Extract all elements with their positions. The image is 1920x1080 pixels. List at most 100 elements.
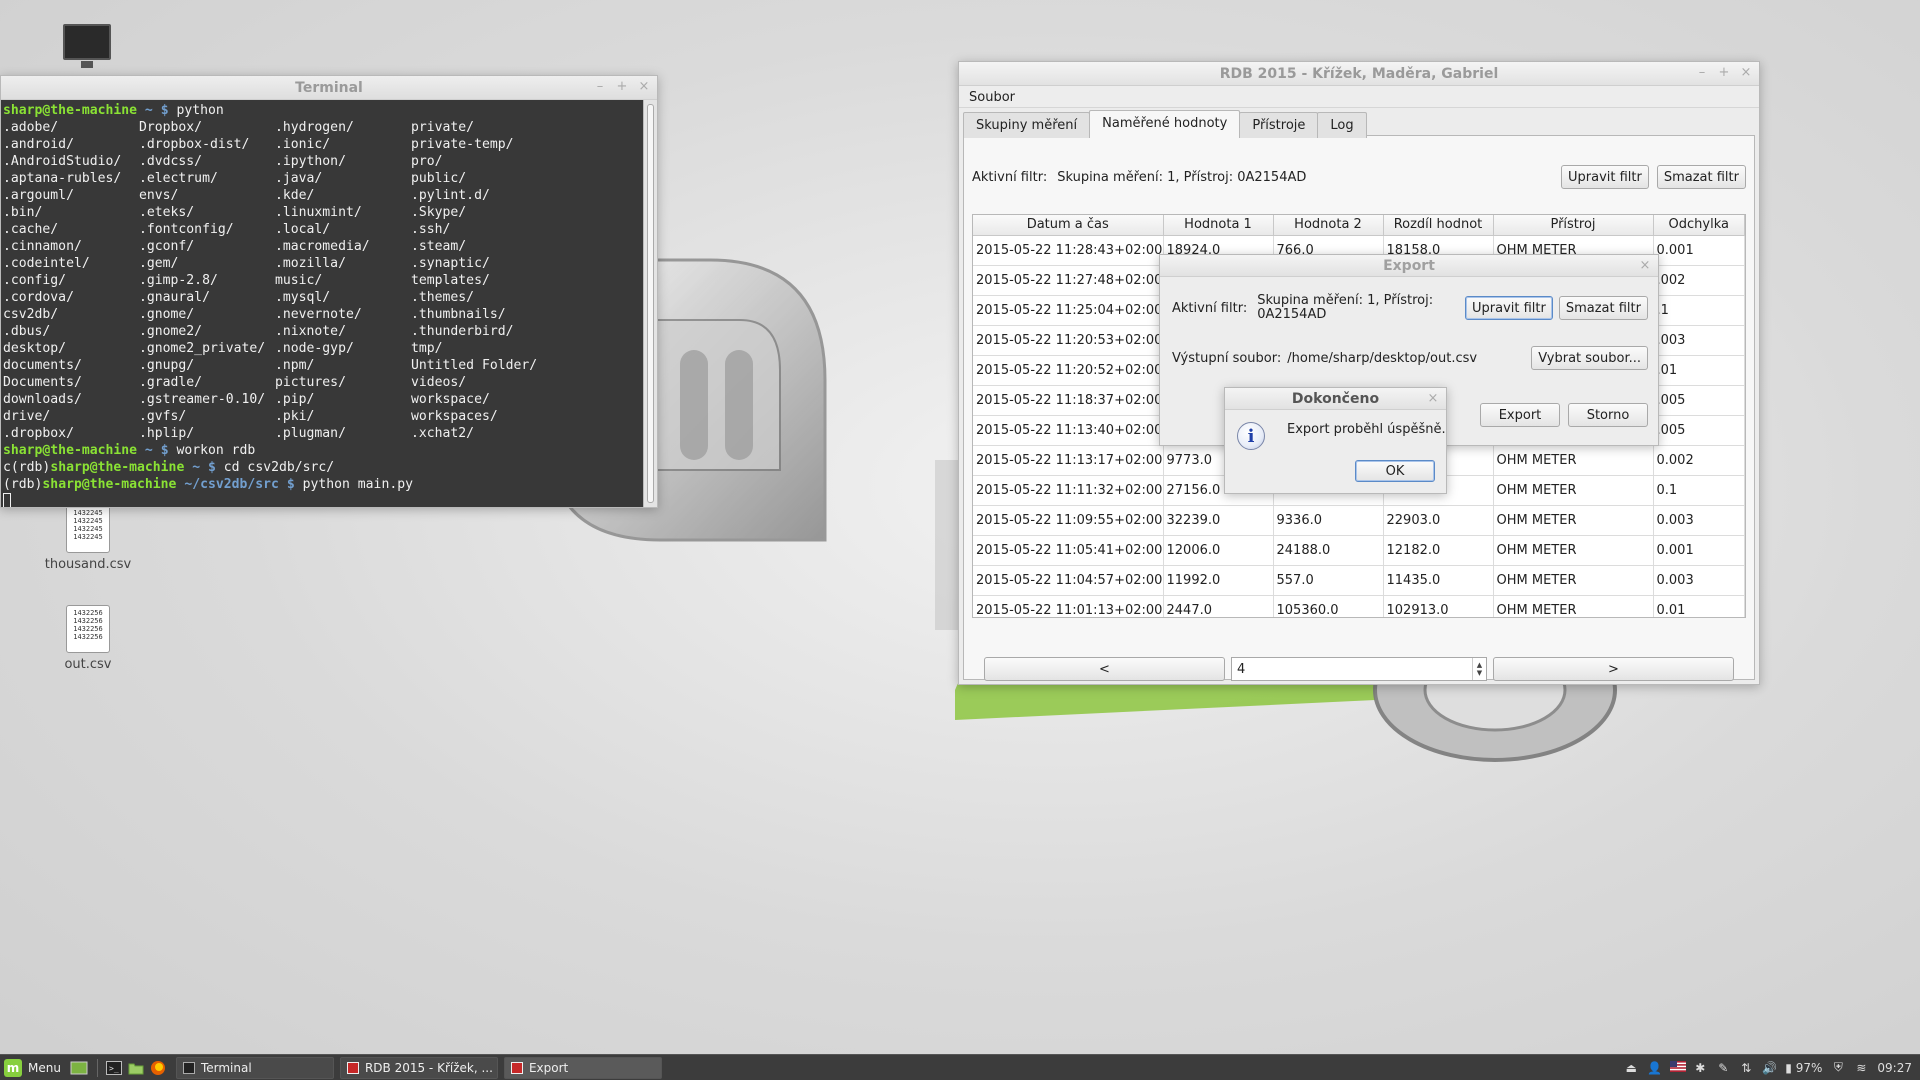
tab-namerene-hodnoty[interactable]: Naměřené hodnoty [1089, 110, 1241, 138]
choose-file-button[interactable]: Vybrat soubor... [1531, 346, 1648, 370]
menubar: Soubor [959, 86, 1759, 108]
keyboard-layout-flag-icon[interactable] [1670, 1060, 1687, 1075]
tab-pristroje[interactable]: Přístroje [1239, 112, 1319, 138]
column-header[interactable]: Hodnota 1 [1163, 215, 1274, 236]
window-title: Terminal [295, 79, 363, 96]
spin-down-icon[interactable]: ▼ [1477, 669, 1482, 677]
tab-log[interactable]: Log [1317, 112, 1367, 138]
ls-entry: Dropbox/ [139, 120, 203, 135]
table-cell: 0.001 [1653, 535, 1745, 566]
csv-file-icon: 1432245 1432245 1432245 1432245 [66, 505, 110, 553]
column-header[interactable]: Odchylka [1653, 215, 1745, 236]
terminal-launcher-icon[interactable]: >_ [104, 1059, 124, 1077]
export-titlebar[interactable]: Export × [1160, 255, 1658, 277]
close-icon[interactable]: × [1426, 391, 1440, 406]
maximize-icon[interactable]: + [615, 79, 629, 94]
table-cell: 9336.0 [1273, 505, 1384, 536]
files-launcher-icon[interactable] [126, 1059, 146, 1077]
clear-filter-button[interactable]: Smazat filtr [1656, 165, 1746, 189]
ls-entry: .adobe/ [3, 120, 59, 135]
table-cell: 2015-05-22 11:27:48+02:00 [973, 265, 1164, 296]
ls-entry: .pylint.d/ [411, 188, 490, 203]
wifi-icon[interactable]: ≋ [1854, 1061, 1868, 1075]
network-icon[interactable]: ⇅ [1739, 1061, 1753, 1075]
bluetooth-icon[interactable]: ✱ [1693, 1061, 1707, 1075]
table-cell: 2015-05-22 11:05:41+02:00 [973, 535, 1164, 566]
table-row[interactable]: 2015-05-22 11:09:55+02:00 32239.0 9336.0 22… [973, 505, 1745, 536]
ok-button[interactable]: OK [1355, 460, 1435, 482]
mint-menu-icon: m [4, 1058, 22, 1077]
task-export[interactable]: Export [503, 1056, 662, 1079]
ls-entry: .local/ [275, 222, 331, 237]
table-row[interactable]: 2015-05-22 11:04:57+02:00 11992.0 557.0 114… [973, 565, 1745, 596]
ls-entry: .ssh/ [411, 222, 451, 237]
edit-filter-button[interactable]: Upravit filtr [1464, 296, 1553, 320]
column-header[interactable]: Datum a čas [973, 215, 1164, 236]
clock[interactable]: 09:27 [1877, 1061, 1912, 1075]
tools-icon[interactable]: ✎ [1716, 1061, 1730, 1075]
edit-filter-button[interactable]: Upravit filtr [1560, 165, 1649, 189]
start-menu-button[interactable]: m Menu [0, 1055, 69, 1080]
ls-entry: .xchat2/ [411, 426, 475, 441]
table-row[interactable]: 2015-05-22 11:01:13+02:00 2447.0 105360.0 1… [973, 595, 1745, 617]
page-spinbox[interactable]: 4 ▲ ▼ [1231, 657, 1487, 681]
ls-entry: .pip/ [275, 392, 315, 407]
menu-soubor[interactable]: Soubor [969, 90, 1015, 105]
msgbox-titlebar[interactable]: Dokončeno × [1225, 388, 1446, 410]
ls-entry: .npm/ [275, 358, 315, 373]
ls-entry: private/ [411, 120, 475, 135]
export-button[interactable]: Export [1480, 403, 1560, 427]
terminal-titlebar[interactable]: Terminal – + × [1, 76, 657, 100]
terminal-window[interactable]: Terminal – + × sharp@the-machine ~ $ pyt… [0, 75, 658, 508]
task-rdb[interactable]: RDB 2015 - Křížek, ... [339, 1056, 498, 1079]
next-page-button[interactable]: > [1493, 657, 1734, 681]
terminal-scrollbar[interactable] [643, 100, 657, 507]
ls-listing: .adobe/Dropbox/ .hydrogen/private/ .androi… [3, 119, 641, 442]
minimize-icon[interactable]: – [593, 79, 607, 94]
terminal-cursor [3, 493, 11, 507]
ls-entry: .cordova/ [3, 290, 74, 305]
close-icon[interactable]: × [1638, 258, 1652, 273]
prev-page-button[interactable]: < [984, 657, 1225, 681]
computer-desktop-icon[interactable] [42, 24, 132, 68]
scrollbar-thumb[interactable] [647, 104, 654, 503]
ls-entry: drive/ [3, 409, 51, 424]
output-label: Výstupní soubor: [1172, 350, 1282, 366]
ls-entry: .kde/ [275, 188, 315, 203]
removable-drive-icon[interactable]: ⏏ [1624, 1061, 1638, 1075]
task-terminal[interactable]: Terminal [175, 1056, 334, 1079]
close-icon[interactable]: × [1739, 65, 1753, 80]
show-desktop-icon[interactable] [69, 1059, 89, 1077]
terminal-output[interactable]: sharp@the-machine ~ $ python .adobe/Dropb… [1, 100, 643, 507]
desktop-file-out-csv[interactable]: 1432256 1432256 1432256 1432256 out.csv [43, 605, 133, 672]
rdb-titlebar[interactable]: RDB 2015 - Křížek, Maděra, Gabriel – + × [959, 62, 1759, 86]
firefox-launcher-icon[interactable] [148, 1059, 168, 1077]
tab-skupiny-mereni[interactable]: Skupiny měření [963, 112, 1091, 138]
terminal-line: (rdb)sharp@the-machine ~/csv2db/src $ py… [3, 477, 413, 492]
ls-entry: .thumbnails/ [411, 307, 506, 322]
done-message-box[interactable]: Dokončeno × i Export proběhl úspěšně. OK [1224, 387, 1447, 494]
close-icon[interactable]: × [637, 79, 651, 94]
column-header[interactable]: Rozdíl hodnot [1383, 215, 1494, 236]
desktop-file-thousand-csv[interactable]: 1432245 1432245 1432245 1432245 thousand… [43, 505, 133, 572]
maximize-icon[interactable]: + [1717, 65, 1731, 80]
cancel-button[interactable]: Storno [1568, 403, 1648, 427]
user-icon[interactable]: 👤 [1647, 1061, 1662, 1075]
table-cell: 557.0 [1273, 565, 1384, 596]
volume-icon[interactable]: 🔊 [1762, 1061, 1777, 1075]
table-row[interactable]: 2015-05-22 11:05:41+02:00 12006.0 24188.0 1… [973, 535, 1745, 566]
ls-entry: .bin/ [3, 205, 43, 220]
ls-entry: .dropbox-dist/ [139, 137, 250, 152]
column-header[interactable]: Přístroj [1493, 215, 1654, 236]
shield-icon[interactable]: ⛨ [1831, 1060, 1845, 1075]
ls-entry: .argouml/ [3, 188, 74, 203]
column-header[interactable]: Hodnota 2 [1273, 215, 1384, 236]
table-cell: 2015-05-22 11:20:53+02:00 [973, 325, 1164, 356]
spin-up-icon[interactable]: ▲ [1477, 661, 1482, 669]
minimize-icon[interactable]: – [1695, 65, 1709, 80]
ls-entry: .gnome/ [139, 307, 195, 322]
table-cell: 2015-05-22 11:11:32+02:00 [973, 475, 1164, 506]
battery-indicator[interactable]: ▮ 97% [1785, 1061, 1822, 1075]
clear-filter-button[interactable]: Smazat filtr [1558, 296, 1648, 320]
ls-entry: workspace/ [411, 392, 490, 407]
